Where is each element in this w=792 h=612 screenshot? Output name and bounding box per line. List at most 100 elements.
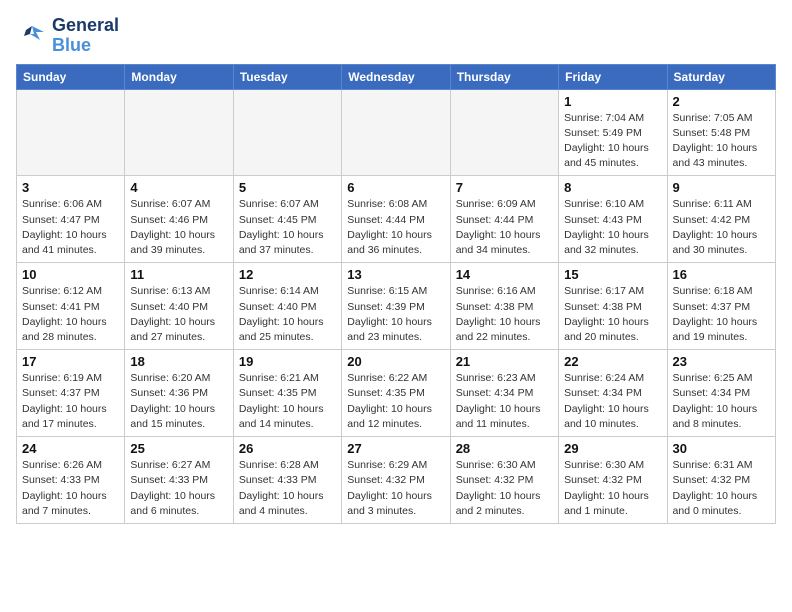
day-number: 29 bbox=[564, 441, 661, 456]
calendar-cell: 7 Sunrise: 6:09 AM Sunset: 4:44 PM Daylig… bbox=[450, 176, 558, 263]
day-info: Sunrise: 6:10 AM Sunset: 4:43 PM Dayligh… bbox=[564, 197, 661, 258]
calendar-cell: 13 Sunrise: 6:15 AM Sunset: 4:39 PM Dayli… bbox=[342, 263, 450, 350]
day-info: Sunrise: 7:05 AM Sunset: 5:48 PM Dayligh… bbox=[673, 111, 770, 172]
day-number: 24 bbox=[22, 441, 119, 456]
day-info: Sunrise: 7:04 AM Sunset: 5:49 PM Dayligh… bbox=[564, 111, 661, 172]
day-info: Sunrise: 6:17 AM Sunset: 4:38 PM Dayligh… bbox=[564, 284, 661, 345]
calendar-cell: 12Sunrise: 6:14 AM Sunset: 4:40 PM Dayli… bbox=[233, 263, 341, 350]
day-info: Sunrise: 6:19 AM Sunset: 4:37 PM Dayligh… bbox=[22, 371, 119, 432]
day-number: 30 bbox=[673, 441, 770, 456]
day-info: Sunrise: 6:21 AM Sunset: 4:35 PM Dayligh… bbox=[239, 371, 336, 432]
calendar-cell: 23 Sunrise: 6:25 AM Sunset: 4:34 PM Dayli… bbox=[667, 350, 775, 437]
calendar-week-row: 17 Sunrise: 6:19 AM Sunset: 4:37 PM Dayli… bbox=[17, 350, 776, 437]
day-number: 28 bbox=[456, 441, 553, 456]
calendar-cell: 29 Sunrise: 6:30 AM Sunset: 4:32 PM Dayli… bbox=[559, 437, 667, 524]
page-header: General Blue bbox=[16, 16, 776, 56]
day-number: 13 bbox=[347, 267, 444, 282]
calendar-cell: 9Sunrise: 6:11 AM Sunset: 4:42 PM Daylig… bbox=[667, 176, 775, 263]
logo-text: General Blue bbox=[52, 16, 119, 56]
day-info: Sunrise: 6:25 AM Sunset: 4:34 PM Dayligh… bbox=[673, 371, 770, 432]
day-number: 25 bbox=[130, 441, 227, 456]
calendar-cell bbox=[17, 89, 125, 176]
day-info: Sunrise: 6:26 AM Sunset: 4:33 PM Dayligh… bbox=[22, 458, 119, 519]
day-info: Sunrise: 6:12 AM Sunset: 4:41 PM Dayligh… bbox=[22, 284, 119, 345]
calendar-cell: 18 Sunrise: 6:20 AM Sunset: 4:36 PM Dayli… bbox=[125, 350, 233, 437]
day-number: 15 bbox=[564, 267, 661, 282]
calendar-cell bbox=[233, 89, 341, 176]
day-number: 2 bbox=[673, 94, 770, 109]
calendar-cell: 6 Sunrise: 6:08 AM Sunset: 4:44 PM Daylig… bbox=[342, 176, 450, 263]
calendar-day-header: Monday bbox=[125, 64, 233, 89]
calendar-cell: 25 Sunrise: 6:27 AM Sunset: 4:33 PM Dayli… bbox=[125, 437, 233, 524]
day-number: 5 bbox=[239, 180, 336, 195]
day-number: 23 bbox=[673, 354, 770, 369]
day-info: Sunrise: 6:27 AM Sunset: 4:33 PM Dayligh… bbox=[130, 458, 227, 519]
calendar-cell: 28 Sunrise: 6:30 AM Sunset: 4:32 PM Dayli… bbox=[450, 437, 558, 524]
calendar-cell: 5 Sunrise: 6:07 AM Sunset: 4:45 PM Daylig… bbox=[233, 176, 341, 263]
calendar-cell bbox=[342, 89, 450, 176]
day-info: Sunrise: 6:20 AM Sunset: 4:36 PM Dayligh… bbox=[130, 371, 227, 432]
calendar-cell bbox=[125, 89, 233, 176]
day-info: Sunrise: 6:30 AM Sunset: 4:32 PM Dayligh… bbox=[456, 458, 553, 519]
calendar-day-header: Tuesday bbox=[233, 64, 341, 89]
day-number: 4 bbox=[130, 180, 227, 195]
day-info: Sunrise: 6:31 AM Sunset: 4:32 PM Dayligh… bbox=[673, 458, 770, 519]
calendar-cell: 3 Sunrise: 6:06 AM Sunset: 4:47 PM Daylig… bbox=[17, 176, 125, 263]
day-info: Sunrise: 6:09 AM Sunset: 4:44 PM Dayligh… bbox=[456, 197, 553, 258]
calendar-day-header: Saturday bbox=[667, 64, 775, 89]
calendar-cell: 19 Sunrise: 6:21 AM Sunset: 4:35 PM Dayli… bbox=[233, 350, 341, 437]
day-number: 21 bbox=[456, 354, 553, 369]
day-info: Sunrise: 6:30 AM Sunset: 4:32 PM Dayligh… bbox=[564, 458, 661, 519]
calendar-cell: 8 Sunrise: 6:10 AM Sunset: 4:43 PM Daylig… bbox=[559, 176, 667, 263]
calendar-cell: 17 Sunrise: 6:19 AM Sunset: 4:37 PM Dayli… bbox=[17, 350, 125, 437]
day-info: Sunrise: 6:24 AM Sunset: 4:34 PM Dayligh… bbox=[564, 371, 661, 432]
day-info: Sunrise: 6:16 AM Sunset: 4:38 PM Dayligh… bbox=[456, 284, 553, 345]
calendar-cell: 21 Sunrise: 6:23 AM Sunset: 4:34 PM Dayli… bbox=[450, 350, 558, 437]
calendar-week-row: 10 Sunrise: 6:12 AM Sunset: 4:41 PM Dayli… bbox=[17, 263, 776, 350]
day-info: Sunrise: 6:22 AM Sunset: 4:35 PM Dayligh… bbox=[347, 371, 444, 432]
day-number: 26 bbox=[239, 441, 336, 456]
day-number: 19 bbox=[239, 354, 336, 369]
calendar-cell: 2 Sunrise: 7:05 AM Sunset: 5:48 PM Daylig… bbox=[667, 89, 775, 176]
logo: General Blue bbox=[16, 16, 119, 56]
day-number: 22 bbox=[564, 354, 661, 369]
calendar-cell: 20 Sunrise: 6:22 AM Sunset: 4:35 PM Dayli… bbox=[342, 350, 450, 437]
calendar-table: SundayMondayTuesdayWednesdayThursdayFrid… bbox=[16, 64, 776, 524]
calendar-cell: 27 Sunrise: 6:29 AM Sunset: 4:32 PM Dayli… bbox=[342, 437, 450, 524]
day-number: 14 bbox=[456, 267, 553, 282]
day-number: 12 bbox=[239, 267, 336, 282]
day-info: Sunrise: 6:13 AM Sunset: 4:40 PM Dayligh… bbox=[130, 284, 227, 345]
calendar-day-header: Wednesday bbox=[342, 64, 450, 89]
calendar-cell: 11 Sunrise: 6:13 AM Sunset: 4:40 PM Dayli… bbox=[125, 263, 233, 350]
day-number: 11 bbox=[130, 267, 227, 282]
calendar-cell: 15 Sunrise: 6:17 AM Sunset: 4:38 PM Dayli… bbox=[559, 263, 667, 350]
calendar-week-row: 3 Sunrise: 6:06 AM Sunset: 4:47 PM Daylig… bbox=[17, 176, 776, 263]
day-number: 10 bbox=[22, 267, 119, 282]
day-number: 7 bbox=[456, 180, 553, 195]
day-number: 8 bbox=[564, 180, 661, 195]
day-number: 6 bbox=[347, 180, 444, 195]
day-info: Sunrise: 6:29 AM Sunset: 4:32 PM Dayligh… bbox=[347, 458, 444, 519]
day-info: Sunrise: 6:23 AM Sunset: 4:34 PM Dayligh… bbox=[456, 371, 553, 432]
calendar-week-row: 24 Sunrise: 6:26 AM Sunset: 4:33 PM Dayli… bbox=[17, 437, 776, 524]
day-number: 17 bbox=[22, 354, 119, 369]
day-info: Sunrise: 6:06 AM Sunset: 4:47 PM Dayligh… bbox=[22, 197, 119, 258]
day-number: 27 bbox=[347, 441, 444, 456]
day-number: 3 bbox=[22, 180, 119, 195]
calendar-cell: 4Sunrise: 6:07 AM Sunset: 4:46 PM Daylig… bbox=[125, 176, 233, 263]
calendar-header-row: SundayMondayTuesdayWednesdayThursdayFrid… bbox=[17, 64, 776, 89]
calendar-cell: 26Sunrise: 6:28 AM Sunset: 4:33 PM Dayli… bbox=[233, 437, 341, 524]
day-number: 18 bbox=[130, 354, 227, 369]
day-number: 16 bbox=[673, 267, 770, 282]
calendar-day-header: Thursday bbox=[450, 64, 558, 89]
calendar-cell: 24 Sunrise: 6:26 AM Sunset: 4:33 PM Dayli… bbox=[17, 437, 125, 524]
day-info: Sunrise: 6:11 AM Sunset: 4:42 PM Dayligh… bbox=[673, 197, 770, 258]
day-info: Sunrise: 6:15 AM Sunset: 4:39 PM Dayligh… bbox=[347, 284, 444, 345]
day-number: 1 bbox=[564, 94, 661, 109]
day-number: 20 bbox=[347, 354, 444, 369]
day-info: Sunrise: 6:08 AM Sunset: 4:44 PM Dayligh… bbox=[347, 197, 444, 258]
logo-bird-icon bbox=[16, 22, 48, 50]
day-info: Sunrise: 6:07 AM Sunset: 4:45 PM Dayligh… bbox=[239, 197, 336, 258]
calendar-cell: 30 Sunrise: 6:31 AM Sunset: 4:32 PM Dayli… bbox=[667, 437, 775, 524]
day-info: Sunrise: 6:18 AM Sunset: 4:37 PM Dayligh… bbox=[673, 284, 770, 345]
